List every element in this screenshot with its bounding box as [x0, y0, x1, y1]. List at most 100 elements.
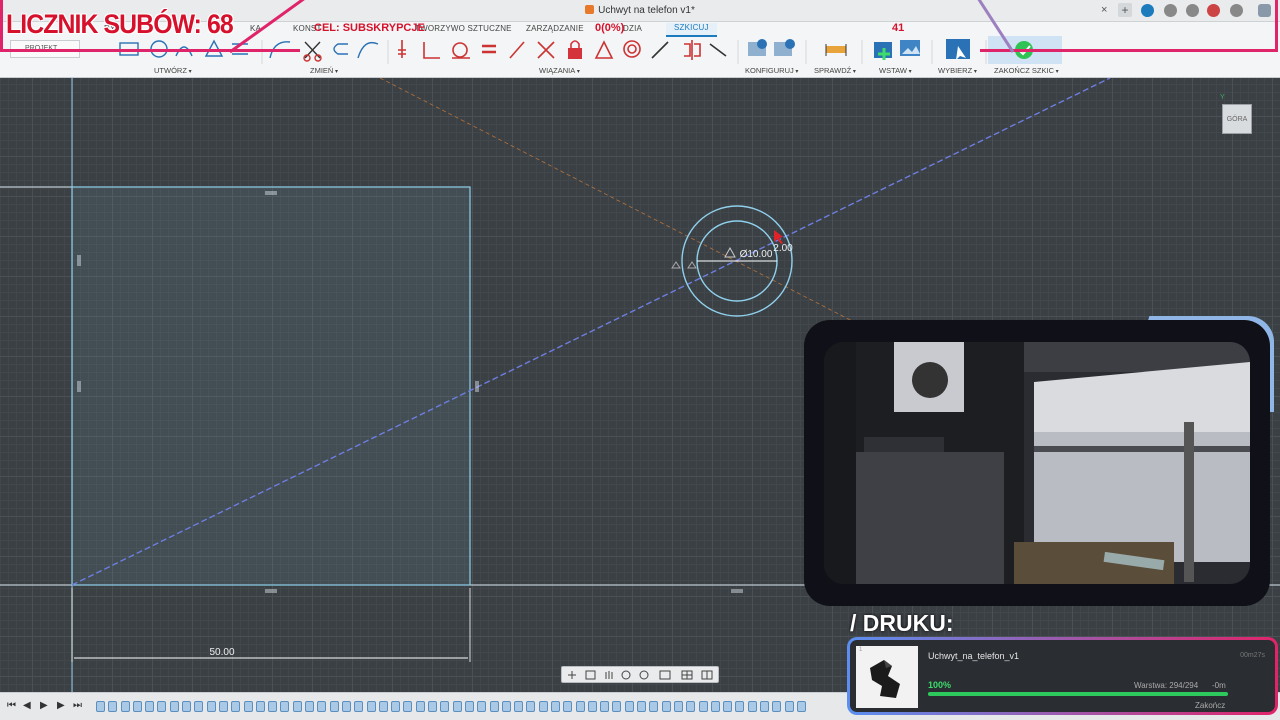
timeline-step[interactable] [440, 701, 450, 712]
timeline-last-button[interactable]: ⏭ [73, 700, 82, 711]
timeline-step[interactable] [218, 701, 228, 712]
timeline-step[interactable] [538, 701, 548, 712]
parallel-icon[interactable] [509, 41, 525, 59]
tab-manage[interactable]: ZARZĄDZANIE [526, 24, 584, 33]
dimension-width[interactable]: 50.00 [209, 647, 234, 658]
orbit-icon[interactable] [568, 671, 576, 679]
timeline-step[interactable] [366, 701, 376, 712]
dimension-diameter[interactable]: Ø10.00 [740, 249, 773, 260]
timeline-step[interactable] [157, 701, 167, 712]
timeline-step[interactable] [169, 701, 179, 712]
timeline-step[interactable] [624, 701, 634, 712]
tab-tools[interactable]: DZIA [623, 24, 642, 33]
fit-icon[interactable] [639, 670, 649, 680]
coincident-icon[interactable] [651, 41, 669, 59]
group-modify[interactable]: ZMIEŃ [310, 66, 338, 75]
zoom-icon[interactable] [621, 670, 631, 680]
timeline-step[interactable] [760, 701, 770, 712]
fix-constraint-icon[interactable] [398, 40, 406, 58]
timeline-step[interactable] [132, 701, 142, 712]
timeline-step[interactable] [661, 701, 671, 712]
timeline-first-button[interactable]: ⏮ [7, 700, 16, 711]
timeline-step[interactable] [772, 701, 782, 712]
tab-sketch[interactable]: SZKICUJ [666, 23, 717, 37]
collinear-icon[interactable] [537, 41, 555, 59]
timeline-step[interactable] [477, 701, 487, 712]
sketch-scale-tool-icon[interactable] [357, 41, 379, 59]
timeline-step[interactable] [600, 701, 610, 712]
dimension-offset[interactable]: 2.00 [773, 243, 793, 254]
group-configure[interactable]: KONFIGURUJ [745, 66, 798, 75]
timeline-step[interactable] [575, 701, 585, 712]
timeline-step[interactable] [464, 701, 474, 712]
insert-derive-icon[interactable] [874, 42, 892, 60]
timeline-step[interactable] [563, 701, 573, 712]
timeline-step[interactable] [120, 701, 130, 712]
timeline-next-button[interactable]: ▶ [57, 700, 65, 711]
timeline-prev-button[interactable]: ◀ [23, 700, 31, 711]
select-icon[interactable] [946, 39, 970, 60]
timeline-step[interactable] [649, 701, 659, 712]
timeline-step[interactable] [96, 701, 105, 712]
timeline-step[interactable] [514, 701, 524, 712]
timeline-step[interactable] [452, 701, 462, 712]
timeline-step[interactable] [686, 701, 696, 712]
timeline-step[interactable] [403, 701, 413, 712]
timeline-step[interactable] [341, 701, 351, 712]
group-create[interactable]: UTWÓRZ [154, 66, 192, 75]
timeline-step[interactable] [391, 701, 401, 712]
perpendicular-icon[interactable] [423, 42, 440, 59]
concentric-icon[interactable] [623, 40, 641, 58]
measure-icon[interactable] [825, 44, 847, 56]
print-finish-button[interactable]: Zakończ [1195, 701, 1225, 710]
timeline-step[interactable] [292, 701, 302, 712]
timeline-step[interactable] [612, 701, 622, 712]
timeline-play-button[interactable]: ▶ [40, 700, 48, 711]
lock-icon[interactable] [568, 40, 582, 59]
timeline-step[interactable] [415, 701, 425, 712]
viewports-icon[interactable] [701, 670, 713, 680]
timeline-step[interactable] [637, 701, 647, 712]
group-insert[interactable]: WSTAW [879, 66, 912, 75]
timeline-step[interactable] [305, 701, 315, 712]
timeline-step[interactable] [587, 701, 597, 712]
smooth-icon[interactable] [709, 43, 727, 57]
display-settings-icon[interactable] [659, 670, 671, 680]
timeline-step[interactable] [710, 701, 720, 712]
timeline-step[interactable] [354, 701, 364, 712]
midpoint-icon[interactable] [594, 40, 614, 59]
timeline-step[interactable] [108, 701, 118, 712]
timeline-step[interactable] [550, 701, 560, 712]
grid-settings-icon[interactable] [681, 670, 693, 680]
timeline-step[interactable] [182, 701, 192, 712]
timeline-step[interactable] [796, 701, 806, 712]
timeline-step[interactable] [723, 701, 733, 712]
equal-constraint-icon[interactable] [482, 44, 496, 54]
timeline-step[interactable] [698, 701, 708, 712]
insert-image-icon[interactable] [900, 40, 920, 56]
timeline-step[interactable] [673, 701, 683, 712]
timeline-step[interactable] [231, 701, 241, 712]
offset-tool-icon[interactable] [333, 43, 348, 55]
timeline-step[interactable] [501, 701, 511, 712]
group-finish-sketch[interactable]: ZAKOŃCZ SZKIC [994, 66, 1059, 75]
timeline-step[interactable] [378, 701, 388, 712]
timeline-step[interactable] [243, 701, 253, 712]
timeline-step[interactable] [255, 701, 265, 712]
group-constraints[interactable]: WIĄZANIA [539, 66, 580, 75]
group-select[interactable]: WYBIERZ [938, 66, 977, 75]
timeline-step[interactable] [489, 701, 499, 712]
timeline-step[interactable] [280, 701, 290, 712]
timeline-step[interactable] [526, 701, 536, 712]
symmetry-icon[interactable] [684, 40, 701, 60]
timeline-step[interactable] [194, 701, 204, 712]
timeline-step[interactable] [268, 701, 278, 712]
group-inspect[interactable]: SPRAWDŹ [814, 66, 856, 75]
timeline-step[interactable] [735, 701, 745, 712]
timeline-step[interactable] [317, 701, 327, 712]
timeline-step[interactable] [428, 701, 438, 712]
timeline-step[interactable] [206, 701, 216, 712]
viewcube[interactable]: GÓRA [1222, 104, 1252, 134]
timeline-step[interactable] [145, 701, 155, 712]
tab-plastic[interactable]: TWORZYWO SZTUCZNE [415, 24, 512, 33]
